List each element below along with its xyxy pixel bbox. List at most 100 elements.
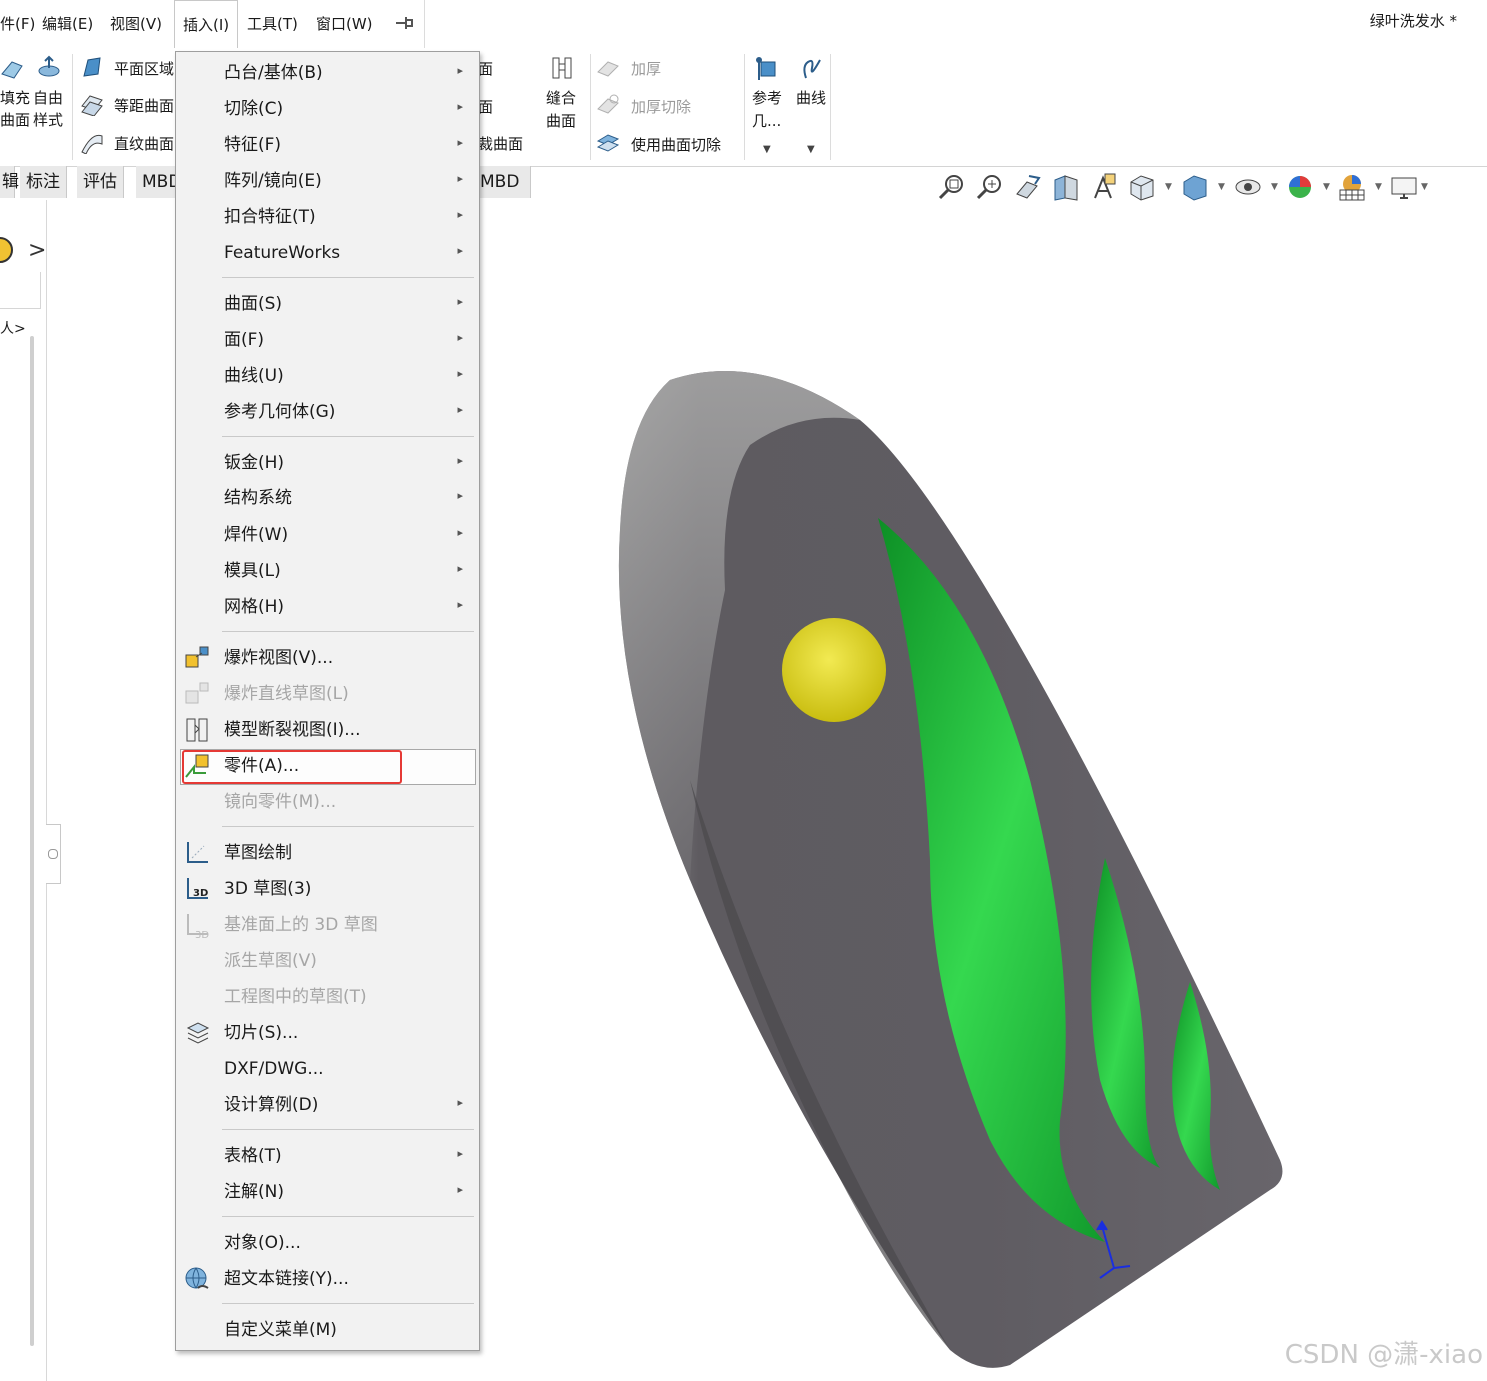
hide-show-items-icon[interactable] — [1233, 172, 1263, 202]
menu-item-cut[interactable]: 切除(C) ▸ — [176, 91, 479, 127]
view-settings-icon[interactable] — [1389, 172, 1419, 202]
offset-surface-label[interactable]: 等距曲面 — [114, 96, 174, 116]
planar-surface-icon[interactable] — [80, 56, 104, 80]
view-orientation-icon[interactable] — [1127, 172, 1157, 202]
submenu-arrow-icon: ▸ — [457, 1096, 463, 1109]
menu-item-object[interactable]: 对象(O)... — [176, 1225, 479, 1261]
panel-breadcrumb: 人> — [0, 321, 26, 337]
menu-separator — [222, 1216, 474, 1217]
menu-item-label: 参考几何体(G) — [224, 402, 336, 422]
freeform-icon[interactable] — [37, 54, 61, 78]
panel-tab-icon[interactable] — [0, 234, 16, 266]
ruled-surface-label[interactable]: 直纹曲面 — [114, 134, 174, 154]
menu-separator — [222, 436, 474, 437]
menu-item-sheet-metal[interactable]: 钣金(H) ▸ — [176, 445, 479, 481]
explode-line-sketch-icon — [185, 682, 209, 704]
submenu-arrow-icon: ▸ — [457, 136, 463, 149]
curves-icon[interactable] — [800, 56, 824, 80]
reference-geometry-dropdown-icon[interactable]: ▼ — [763, 144, 771, 155]
panel-scrollbar[interactable] — [30, 336, 34, 1346]
menu-item-label: 表格(T) — [224, 1146, 282, 1166]
menu-edit[interactable]: 编辑(E) — [42, 12, 93, 36]
menu-item-label: 网格(H) — [224, 597, 285, 617]
hidden-ribbon-label-1[interactable]: 面 — [478, 59, 493, 79]
menu-item-fastening-features[interactable]: 扣合特征(T) ▸ — [176, 199, 479, 235]
appearance-dropdown-icon[interactable]: ▼ — [1323, 182, 1330, 192]
surface-cut-label[interactable]: 使用曲面切除 — [631, 135, 721, 155]
submenu-arrow-icon: ▸ — [457, 1147, 463, 1160]
tab-markup[interactable]: 标注 — [20, 166, 67, 198]
fill-surface-icon[interactable] — [0, 56, 24, 80]
previous-view-icon[interactable] — [1013, 172, 1043, 202]
view-orientation-dropdown-icon[interactable]: ▼ — [1165, 182, 1172, 192]
menu-item-dxf-dwg[interactable]: DXF/DWG... — [176, 1051, 479, 1087]
display-style-dropdown-icon[interactable]: ▼ — [1218, 182, 1225, 192]
menu-item-featureworks[interactable]: FeatureWorks ▸ — [176, 235, 479, 271]
menu-item-sketch[interactable]: 草图绘制 — [176, 835, 479, 871]
scene-dropdown-icon[interactable]: ▼ — [1375, 182, 1382, 192]
reference-geometry-icon[interactable] — [755, 56, 779, 80]
menu-item-model-break-view[interactable]: 模型断裂视图(I)... — [176, 712, 479, 748]
menu-item-slice[interactable]: 切片(S)... — [176, 1015, 479, 1051]
display-style-icon[interactable] — [1180, 172, 1210, 202]
zoom-to-fit-icon[interactable] — [937, 172, 967, 202]
panel-splitter[interactable] — [46, 824, 61, 884]
submenu-arrow-icon: ▸ — [457, 454, 463, 467]
menu-item-label: 凸台/基体(B) — [224, 63, 323, 83]
menu-item-3d-sketch[interactable]: 3D 3D 草图(3) — [176, 871, 479, 907]
zoom-to-area-icon[interactable] — [975, 172, 1005, 202]
trim-surface-label[interactable]: 裁曲面 — [478, 134, 523, 154]
menu-item-part[interactable]: 零件(A)... — [176, 748, 479, 784]
insert-menu-dropdown: 凸台/基体(B) ▸ 切除(C) ▸ 特征(F) ▸ 阵列/镜向(E) ▸ 扣合特征(T… — [175, 51, 480, 1351]
menu-item-customize-menu[interactable]: 自定义菜单(M) — [176, 1312, 479, 1348]
pin-icon[interactable] — [394, 14, 416, 32]
menu-item-face[interactable]: 面(F) ▸ — [176, 322, 479, 358]
panel-filter-box[interactable] — [0, 272, 41, 309]
knit-surface-icon[interactable] — [550, 56, 574, 80]
edit-appearance-icon[interactable] — [1285, 172, 1315, 202]
offset-surface-icon[interactable] — [80, 92, 104, 116]
menu-item-label: 结构系统 — [224, 488, 292, 508]
menu-item-annotations[interactable]: 注解(N) ▸ — [176, 1174, 479, 1210]
menu-item-tables[interactable]: 表格(T) ▸ — [176, 1138, 479, 1174]
menu-separator — [222, 631, 474, 632]
apply-scene-icon[interactable] — [1337, 172, 1367, 202]
menu-item-design-study[interactable]: 设计算例(D) ▸ — [176, 1087, 479, 1123]
menu-item-exploded-view[interactable]: 爆炸视图(V)... — [176, 640, 479, 676]
surface-cut-icon[interactable] — [596, 131, 620, 155]
view-settings-dropdown-icon[interactable]: ▼ — [1421, 182, 1428, 192]
dynamic-annotation-view-icon[interactable] — [1089, 172, 1119, 202]
submenu-arrow-icon: ▸ — [457, 208, 463, 221]
menu-item-curve[interactable]: 曲线(U) ▸ — [176, 358, 479, 394]
panel-expand-chevron[interactable]: > — [28, 238, 46, 263]
menu-item-features[interactable]: 特征(F) ▸ — [176, 127, 479, 163]
menu-item-molds[interactable]: 模具(L) ▸ — [176, 553, 479, 589]
tab-sketch[interactable]: 辑 — [0, 166, 19, 198]
menu-window[interactable]: 窗口(W) — [316, 12, 373, 36]
menu-tools[interactable]: 工具(T) — [247, 12, 298, 36]
planar-surface-label[interactable]: 平面区域 — [114, 59, 174, 79]
panel-splitter-handle-icon — [48, 849, 58, 859]
menu-item-boss-base[interactable]: 凸台/基体(B) ▸ — [176, 55, 479, 91]
section-view-icon[interactable] — [1051, 172, 1081, 202]
tab-mbd-dimensions[interactable]: MBD — [136, 166, 181, 198]
menu-item-structure-system[interactable]: 结构系统 ▸ — [176, 480, 479, 516]
model-viewport[interactable] — [560, 360, 1300, 1370]
menu-item-mesh[interactable]: 网格(H) ▸ — [176, 589, 479, 625]
tab-evaluate[interactable]: 评估 — [77, 166, 124, 198]
menu-file[interactable]: 件(F) — [0, 12, 35, 36]
ruled-surface-icon[interactable] — [80, 130, 104, 154]
fill-surface-label-1: 填充 — [0, 89, 31, 107]
menu-item-explode-line-sketch: 爆炸直线草图(L) — [176, 676, 479, 712]
curves-dropdown-icon[interactable]: ▼ — [807, 144, 815, 155]
menu-item-reference-geometry[interactable]: 参考几何体(G) ▸ — [176, 394, 479, 430]
hidden-ribbon-label-2[interactable]: 面 — [478, 97, 493, 117]
menu-insert[interactable]: 插入(I) — [174, 0, 238, 48]
menu-item-pattern-mirror[interactable]: 阵列/镜向(E) ▸ — [176, 163, 479, 199]
tab-mbd[interactable]: MBD — [474, 166, 531, 198]
menu-item-hyperlink[interactable]: 超文本链接(Y)... — [176, 1261, 479, 1297]
menu-item-surface[interactable]: 曲面(S) ▸ — [176, 286, 479, 322]
hide-show-dropdown-icon[interactable]: ▼ — [1271, 182, 1278, 192]
menu-item-weldments[interactable]: 焊件(W) ▸ — [176, 517, 479, 553]
menu-view[interactable]: 视图(V) — [110, 12, 162, 36]
